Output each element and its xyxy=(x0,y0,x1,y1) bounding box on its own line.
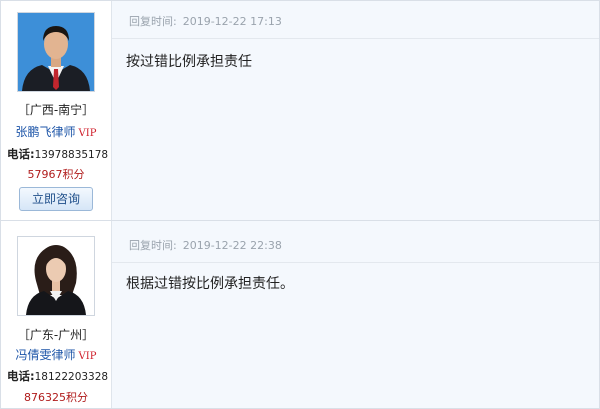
reply-time-bar: 回复时间: 2019-12-22 22:38 xyxy=(129,237,282,253)
consult-now-button[interactable]: 立即咨询 xyxy=(19,187,93,211)
reply-item: ［广东-广州］ 冯倩雯律师 VIP 电话:18122203328 876325积分… xyxy=(1,221,599,408)
reply-list: ［广西-南宁］ 张鹏飞律师 VIP 电话:13978835178 57967积分 … xyxy=(0,0,600,409)
reply-time: 2019-12-22 17:13 xyxy=(182,15,282,28)
lawyer-name-line: 张鹏飞律师 VIP xyxy=(1,123,111,140)
lawyer-name-line: 冯倩雯律师 VIP xyxy=(1,346,111,363)
reply-message: 根据过错按比例承担责任。 xyxy=(126,276,294,292)
reply-item: ［广西-南宁］ 张鹏飞律师 VIP 电话:13978835178 57967积分 … xyxy=(1,1,599,220)
divider xyxy=(112,262,599,263)
reply-content: 回复时间: 2019-12-22 22:38 根据过错按比例承担责任。 xyxy=(112,221,599,408)
vip-badge: VIP xyxy=(78,351,97,362)
lawyer-card: ［广东-广州］ 冯倩雯律师 VIP 电话:18122203328 876325积分 xyxy=(1,221,112,408)
lawyer-avatar[interactable] xyxy=(17,12,95,92)
lawyer-photo-female xyxy=(18,237,94,315)
reply-time-label: 回复时间: xyxy=(129,239,177,252)
vip-badge: VIP xyxy=(78,128,97,139)
lawyer-points: 876325积分 xyxy=(24,391,88,404)
reply-message: 按过错比例承担责任 xyxy=(126,54,252,70)
lawyer-points: 57967积分 xyxy=(27,168,85,181)
lawyer-region: ［广东-广州］ xyxy=(17,328,95,342)
phone-number: 18122203328 xyxy=(34,371,109,383)
lawyer-name-link[interactable]: 张鹏飞律师 xyxy=(16,125,76,139)
lawyer-avatar[interactable] xyxy=(17,236,95,316)
phone-number: 13978835178 xyxy=(34,149,109,161)
phone-label: 电话: xyxy=(7,369,35,383)
reply-time: 2019-12-22 22:38 xyxy=(182,239,282,252)
lawyer-region: ［广西-南宁］ xyxy=(17,103,95,117)
divider xyxy=(112,38,599,39)
lawyer-name-link[interactable]: 冯倩雯律师 xyxy=(16,348,76,362)
reply-time-label: 回复时间: xyxy=(129,15,177,28)
lawyer-phone: 电话:18122203328 xyxy=(7,368,111,384)
lawyer-photo-male xyxy=(18,13,94,91)
lawyer-phone: 电话:13978835178 xyxy=(7,146,111,162)
phone-label: 电话: xyxy=(7,147,35,161)
lawyer-card: ［广西-南宁］ 张鹏飞律师 VIP 电话:13978835178 57967积分 … xyxy=(1,1,112,220)
reply-content: 回复时间: 2019-12-22 17:13 按过错比例承担责任 xyxy=(112,1,599,220)
reply-time-bar: 回复时间: 2019-12-22 17:13 xyxy=(129,13,282,29)
